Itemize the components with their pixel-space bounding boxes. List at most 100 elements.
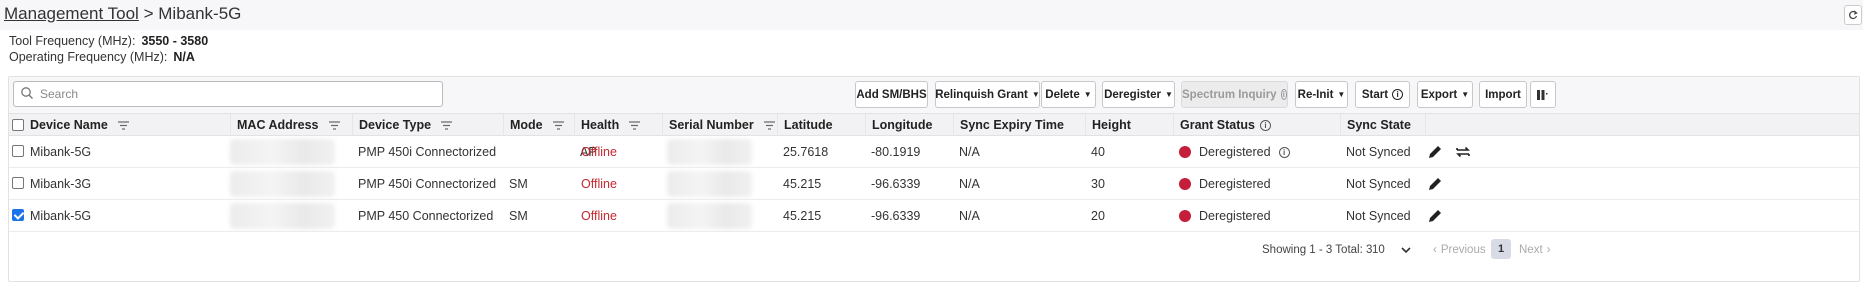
col-grant-status-label: Grant Status: [1180, 118, 1256, 132]
filter-icon[interactable]: [763, 120, 775, 130]
operating-frequency: Operating Frequency (MHz): N/A: [9, 50, 195, 64]
grant-status: Deregistered i: [1173, 136, 1290, 168]
status-dot-icon: [1179, 178, 1191, 190]
col-mac-address[interactable]: MAC Address: [230, 114, 352, 136]
relinquish-grant-button[interactable]: Relinquish Grant ▼: [935, 81, 1040, 108]
mac-address-redacted: [230, 171, 335, 197]
col-longitude-label: Longitude: [872, 118, 933, 132]
filter-icon[interactable]: [441, 120, 453, 130]
col-sync-state-label: Sync State: [1347, 118, 1411, 132]
grant-status: Deregistered: [1173, 200, 1271, 232]
next-page-button[interactable]: Next ›: [1519, 241, 1551, 259]
serial-number-redacted: [667, 203, 752, 229]
breadcrumb-root-link[interactable]: Management Tool: [4, 4, 139, 23]
chevron-left-icon: ‹: [1433, 244, 1437, 256]
swap-icon[interactable]: [1455, 144, 1471, 160]
sync-state: Not Synced: [1346, 209, 1411, 223]
col-height-label: Height: [1092, 118, 1131, 132]
previous-page-button[interactable]: ‹ Previous: [1433, 241, 1486, 259]
start-button[interactable]: Start i: [1355, 81, 1410, 108]
export-button[interactable]: Export ▼: [1417, 81, 1473, 108]
breadcrumb-separator: >: [143, 4, 154, 23]
grant-status: Deregistered: [1173, 168, 1271, 200]
search-input[interactable]: [40, 85, 435, 103]
page-size-value: 10: [1372, 244, 1385, 256]
device-type: PMP 450i Connectorized: [358, 145, 497, 159]
caret-down-icon: ▼: [1164, 90, 1173, 99]
delete-label: Delete: [1045, 88, 1080, 101]
delete-button[interactable]: Delete ▼: [1041, 81, 1096, 108]
devices-panel: Add SM/BHS Relinquish Grant▼ Delete▼ Der…: [8, 76, 1860, 282]
filter-icon[interactable]: [552, 120, 564, 130]
breadcrumb-current: Mibank-5G: [158, 4, 242, 23]
sync-expiry: N/A: [959, 145, 980, 159]
page-size-select[interactable]: 10: [1372, 241, 1411, 259]
col-grant-status[interactable]: Grant Status i: [1173, 114, 1340, 136]
info-icon[interactable]: i: [1260, 119, 1272, 131]
import-button[interactable]: Import: [1479, 81, 1527, 108]
col-longitude[interactable]: Longitude: [865, 114, 953, 136]
col-health[interactable]: Health: [574, 114, 662, 136]
col-sync-expiry-label: Sync Expiry Time: [960, 118, 1064, 132]
col-device-name[interactable]: Device Name: [24, 114, 230, 136]
health-status: Offline: [581, 177, 617, 191]
device-name[interactable]: Mibank-3G: [24, 168, 91, 200]
height: 20: [1091, 209, 1105, 223]
info-icon: i: [1280, 89, 1287, 100]
col-device-type-label: Device Type: [359, 118, 432, 132]
caret-down-icon: ▼: [1031, 90, 1040, 99]
chevron-down-icon: [1401, 246, 1411, 253]
breadcrumb: Management Tool > Mibank-5G: [4, 4, 241, 24]
add-sm-bhs-button[interactable]: Add SM/BHS: [855, 81, 928, 108]
search-box: [13, 81, 443, 107]
col-device-type[interactable]: Device Type: [352, 114, 503, 136]
col-health-label: Health: [581, 118, 620, 132]
spectrum-inquiry-button[interactable]: Spectrum Inquiry i: [1181, 81, 1288, 108]
serial-number-redacted: [667, 139, 752, 165]
edit-icon[interactable]: [1427, 144, 1443, 160]
column-settings-button[interactable]: [1530, 81, 1556, 108]
row-checkbox[interactable]: [12, 209, 24, 221]
col-latitude[interactable]: Latitude: [777, 114, 865, 136]
edit-icon[interactable]: [1427, 208, 1443, 224]
info-icon[interactable]: i: [1278, 146, 1290, 158]
chevron-right-icon: ›: [1546, 244, 1551, 256]
refresh-button[interactable]: [1844, 5, 1862, 25]
spectrum-inquiry-label: Spectrum Inquiry: [1182, 88, 1277, 101]
top-bar: Management Tool > Mibank-5G: [0, 0, 1863, 30]
export-label: Export: [1420, 88, 1458, 101]
col-actions: [1425, 114, 1555, 136]
deregister-button[interactable]: Deregister ▼: [1102, 81, 1175, 108]
caret-down-icon: ▼: [1083, 90, 1092, 99]
col-device-name-label: Device Name: [30, 118, 108, 132]
page-number-current[interactable]: 1: [1491, 239, 1511, 259]
latitude: 45.215: [783, 177, 822, 191]
row-checkbox[interactable]: [12, 145, 24, 157]
add-sm-bhs-label: Add SM/BHS: [856, 88, 927, 101]
mac-address-redacted: [230, 203, 335, 229]
filter-icon[interactable]: [117, 120, 129, 130]
col-sync-expiry[interactable]: Sync Expiry Time: [953, 114, 1085, 136]
pagination-bar: Showing 1 - 3 Total: 3 10 ‹ Previous 1 N…: [9, 235, 1859, 265]
reinit-button[interactable]: Re-Init ▼: [1295, 81, 1348, 108]
edit-icon[interactable]: [1427, 176, 1443, 192]
mode: SM: [509, 177, 528, 191]
row-checkbox[interactable]: [12, 177, 24, 189]
col-serial-number-label: Serial Number: [669, 118, 754, 132]
col-sync-state[interactable]: Sync State: [1340, 114, 1425, 136]
select-all-checkbox[interactable]: [12, 119, 24, 131]
filter-icon[interactable]: [629, 120, 641, 130]
grant-status-label: Deregistered: [1199, 209, 1271, 223]
sync-state: Not Synced: [1346, 145, 1411, 159]
col-height[interactable]: Height: [1085, 114, 1173, 136]
col-mode[interactable]: Mode: [503, 114, 574, 136]
device-type: PMP 450 Connectorized: [358, 209, 494, 223]
filter-icon[interactable]: [328, 120, 340, 130]
previous-label: Previous: [1440, 244, 1486, 256]
caret-down-icon: ▼: [1337, 90, 1346, 99]
next-label: Next: [1519, 244, 1543, 256]
col-serial-number[interactable]: Serial Number: [662, 114, 777, 136]
device-type: PMP 450i Connectorized: [358, 177, 497, 191]
device-name[interactable]: Mibank-5G: [24, 136, 91, 168]
device-name[interactable]: Mibank-5G: [24, 200, 91, 232]
